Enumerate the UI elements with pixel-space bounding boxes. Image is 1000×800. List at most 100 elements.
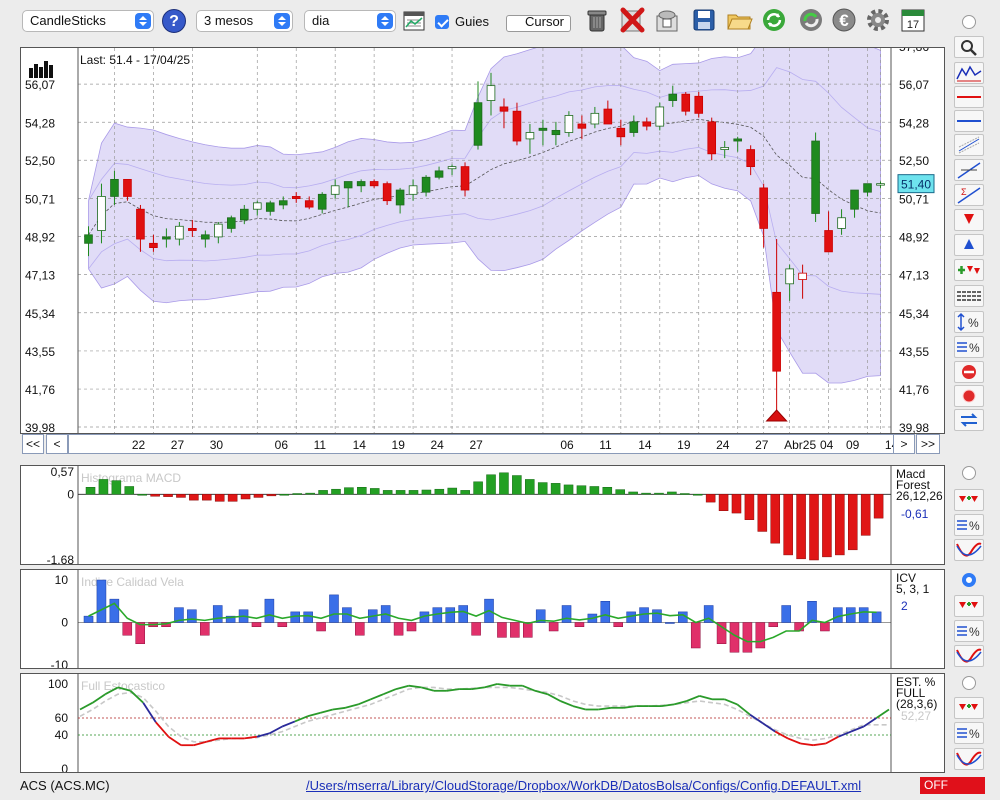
y-tick-label-right: 39,98 [899,421,929,433]
candle-body [837,217,846,229]
stoch-k-segment [345,703,359,709]
interval-select[interactable]: dia [304,10,396,32]
percent-scale-icon[interactable]: % [954,311,984,333]
y-tick-label-right: 43,55 [899,345,929,359]
logo-bar [34,64,38,78]
histogram-bar [731,494,742,514]
lines-icon[interactable] [954,285,984,307]
indicator-chart-icon[interactable] [954,62,984,84]
candle-body [642,121,652,127]
icv-bar [716,622,727,644]
off-status-badge[interactable]: OFF [920,777,985,794]
candle-body [668,93,678,101]
add-arrows-icon [959,496,978,502]
nav-last-button[interactable]: >> [916,434,940,454]
sigma-trendline-icon[interactable]: Σ [954,184,984,206]
add-arrows-icon[interactable] [954,259,984,281]
histogram-bar [163,494,173,497]
percent-lines-icon-2[interactable]: % [954,722,984,744]
panel-radio-icv[interactable] [962,573,976,587]
refresh-icon[interactable] [760,6,788,34]
y-tick-label-right: 56,07 [899,78,929,92]
candle-body [304,200,314,208]
horizontal-red-line-icon[interactable] [954,86,984,108]
icv-bar [523,622,533,638]
candle-body [707,121,717,155]
chart-type-select[interactable]: CandleSticks [22,10,154,32]
curve-icon-2[interactable] [954,748,984,770]
euro-icon[interactable]: € [830,6,858,34]
candle-body [460,166,470,191]
histogram-bar [357,487,367,495]
curve-icon [956,648,982,663]
histogram-bar [344,487,354,495]
fibonacci-icon[interactable] [954,134,984,156]
histogram-bar [499,472,509,495]
nav-next-button[interactable]: > [893,434,915,454]
help-button[interactable]: ? [162,9,186,33]
curve-icon-0[interactable] [954,539,984,561]
histogram-bar [369,488,380,495]
curve-icon-1[interactable] [954,645,984,667]
x-date-label: 24 [716,438,730,452]
horizontal-blue-line-icon[interactable] [954,110,984,132]
histogram-bar [227,494,238,502]
guies-checkbox[interactable] [435,15,449,29]
db-icon[interactable] [653,6,681,34]
panel-radio-toolbar[interactable] [962,15,976,29]
add-arrows-icon-1[interactable] [954,595,984,617]
candle-body [434,170,444,178]
nav-prev-button[interactable]: < [46,434,68,454]
candle-body [616,127,626,138]
swap-icon[interactable] [954,409,984,431]
icv-panel[interactable]: Indice Calidad Vela ICV 5, 3, 1 10 0 -10 2 [20,569,945,669]
arrow-down-icon[interactable] [954,209,984,231]
save-icon[interactable] [690,6,718,34]
trendline-icon[interactable] [954,159,984,181]
panel-radio-stoch[interactable] [962,676,976,690]
percent-lines-icon-1[interactable]: % [954,620,984,642]
price-chart-panel[interactable]: 56,07 56,07 54,28 54,28 52,50 52,50 50,71 50,71… [20,47,945,434]
y-tick-label: -1,68 [47,553,75,564]
nav-first-button[interactable]: << [22,434,44,454]
add-arrows-icon-2[interactable] [954,697,984,719]
trash-icon[interactable] [583,6,611,34]
macd-panel[interactable]: Histograma MACD Macd Forest 26,12,26 0,57 0 -1… [20,465,945,565]
panel-radio-macd[interactable] [962,466,976,480]
record-icon[interactable] [954,385,984,407]
percent-lines-icon[interactable]: % [954,336,984,358]
stoch-k-segment [294,715,308,723]
percent-lines-icon-0[interactable]: % [954,514,984,536]
period-select[interactable]: 3 mesos [196,10,293,32]
add-arrows-icon [959,704,978,710]
horizontal-blue-line-icon-glyph [957,120,981,122]
folder-icon[interactable] [725,6,753,34]
y-tick-label: 0,57 [51,466,75,479]
histogram-bar [253,494,264,498]
candle-body [512,110,522,142]
date-axis-scrollbar[interactable]: 22 27 30 06 11 14 19 24 27 06 11 14 19 24 27 Abr25 04 09 1… [68,434,914,454]
arrow-up-icon[interactable] [954,234,984,256]
add-arrows-icon-0[interactable] [954,489,984,511]
price-chart[interactable]: 56,07 56,07 54,28 54,28 52,50 52,50 50,71 50,71… [21,48,944,433]
period-value: 3 mesos [204,13,254,28]
sync-icon[interactable] [797,6,825,34]
zoom-icon[interactable] [954,36,984,58]
stop-icon[interactable] [954,361,984,383]
stochastic-chart: Full Estocastico EST. %FULL(28,3,6)100604… [48,674,937,772]
gear-icon[interactable] [864,6,892,34]
stochastic-panel[interactable]: Full Estocastico EST. % FULL (28,3,6) 100 60 4… [20,673,945,773]
config-path-link[interactable]: /Users/mserra/Library/CloudStorage/Dropb… [306,778,861,793]
icv-bar [251,622,262,627]
delete-x-icon[interactable] [618,6,646,34]
calendar-grid-icon[interactable] [403,10,425,32]
macd-chart: Histograma MACD MacdForest26,12,260,570-1… [47,466,943,564]
x-date-label: 27 [469,438,483,452]
candle-body [317,193,327,210]
curve-icon [956,751,982,766]
histogram-bar [111,480,122,495]
logo-bar [39,67,43,78]
icv-bar [742,622,753,653]
calendar-icon[interactable]: 17 [899,6,927,34]
histogram-bar [512,475,522,495]
